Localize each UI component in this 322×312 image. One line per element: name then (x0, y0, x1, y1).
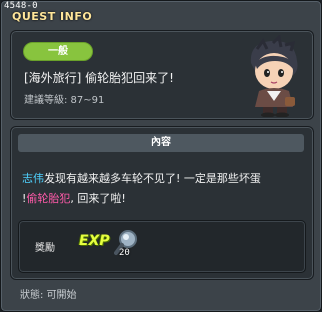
level-requirement: 建議等級: 87~91 (24, 95, 105, 106)
npc-portrait-icon (250, 35, 298, 117)
description-text: 发现有越来越多车轮不见了! 一定是那些坏蛋 (44, 172, 261, 185)
reward-box: 獎勵 EXP 20 (18, 220, 306, 273)
quest-name: [海外旅行] 偷轮胎犯回来了! (24, 71, 174, 85)
quest-summary-panel: 一般 [海外旅行] 偷轮胎犯回来了! 建議等級: 87~91 (10, 30, 314, 120)
reward-label: 獎勵 (35, 243, 55, 254)
npc-name-highlight: 志伟 (22, 172, 44, 185)
titlebar[interactable]: 4548-0 QUEST INFO (1, 1, 321, 25)
quest-description: 志伟发现有越来越多车轮不见了! 一定是那些坏蛋 !偷轮胎犯, 回来了啦! (22, 169, 306, 209)
quest-status: 狀態: 可開始 (20, 290, 77, 301)
exp-icon: EXP (79, 233, 110, 249)
category-badge: 一般 (23, 42, 93, 61)
window-title: QUEST INFO (12, 10, 93, 23)
content-header: 內容 (18, 134, 304, 152)
target-name-highlight: 偷轮胎犯 (26, 192, 71, 205)
quest-info-window: 4548-0 QUEST INFO 一般 [海外旅行] 偷轮胎犯回来了! 建議等… (0, 0, 322, 312)
reward-value: 20 (119, 248, 130, 258)
description-text: , 回来了啦! (70, 192, 126, 205)
quest-content-panel: 內容 志伟发现有越来越多车轮不见了! 一定是那些坏蛋 !偷轮胎犯, 回来了啦! 獎… (10, 126, 314, 280)
